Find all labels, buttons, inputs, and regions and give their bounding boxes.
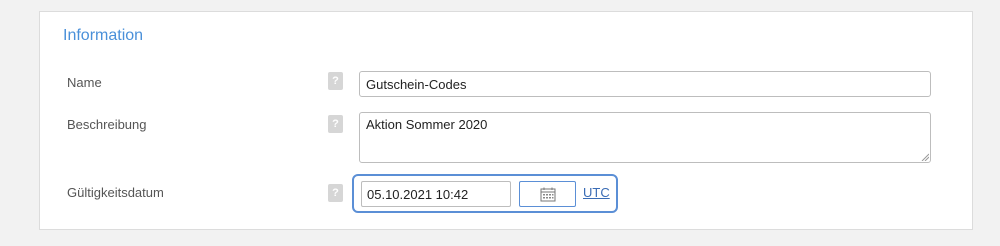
description-textarea[interactable]: Aktion Sommer 2020 [359,112,931,163]
validity-date-input[interactable] [361,181,511,207]
validity-date-group: UTC [352,174,618,213]
timezone-link[interactable]: UTC [583,185,610,200]
section-title: Information [63,27,144,44]
information-panel: Information Name ? Beschreibung ? Aktion… [39,11,973,230]
name-input[interactable] [359,71,931,97]
resize-grip-icon[interactable] [921,153,929,161]
description-label: Beschreibung [67,117,147,132]
validity-help-icon[interactable]: ? [328,184,343,202]
name-label: Name [67,75,102,90]
calendar-button[interactable] [519,181,576,207]
name-help-icon[interactable]: ? [328,72,343,90]
calendar-icon [540,187,555,201]
description-help-icon[interactable]: ? [328,115,343,133]
validity-label: Gültigkeitsdatum [67,185,164,200]
